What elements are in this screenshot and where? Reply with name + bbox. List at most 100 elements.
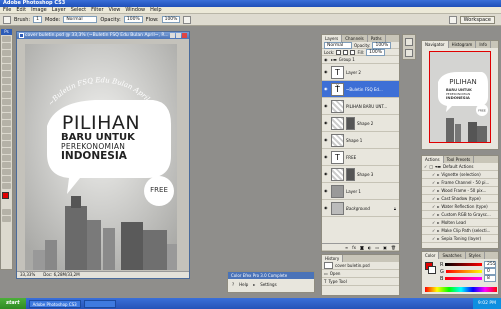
type-tool-icon[interactable] [2, 141, 11, 147]
layer-row[interactable]: ◉ PILIHAN BARU UNT... [322, 98, 399, 115]
tab-tool-presets[interactable]: Tool Presets [444, 156, 475, 163]
eye-icon[interactable]: ◉ [324, 104, 329, 108]
blend-mode-select[interactable]: Normal [324, 41, 352, 49]
tab-color[interactable]: Color [422, 252, 440, 259]
menu-select[interactable]: Select [71, 7, 86, 13]
layer-row[interactable]: ◉ Shape 3 [322, 166, 399, 183]
pen-tool-icon[interactable] [2, 134, 11, 140]
green-slider[interactable] [445, 270, 482, 273]
action-row[interactable]: ✓ □ ▾▬ Default Actions [422, 163, 498, 171]
menu-window[interactable]: Window [125, 7, 145, 13]
settings-link[interactable]: Settings [260, 282, 276, 287]
flow-field[interactable]: 100% [161, 16, 181, 23]
help-icon[interactable]: ? [232, 282, 234, 287]
notes-tool-icon[interactable] [2, 162, 11, 168]
tab-history[interactable]: History [322, 255, 344, 262]
hand-tool-icon[interactable] [2, 176, 11, 182]
mode-select[interactable]: Normal [63, 16, 98, 23]
eyedropper-tool-icon[interactable] [2, 169, 11, 175]
lock-position-icon[interactable] [350, 49, 356, 55]
expand-icon[interactable]: ▸ [437, 172, 439, 177]
expand-icon[interactable]: ▸ [437, 236, 439, 241]
expand-icon[interactable]: ▸ [437, 212, 439, 217]
check-icon[interactable]: ✓ [432, 180, 435, 185]
add-mask-icon[interactable]: ◙ [360, 245, 364, 250]
expand-icon[interactable]: ▸ [437, 196, 439, 201]
path-select-tool-icon[interactable] [2, 148, 11, 154]
layer-row[interactable]: ◉ T FREE [322, 149, 399, 166]
link-layers-icon[interactable]: ∞ [345, 245, 348, 250]
check-icon[interactable]: ✓ [432, 204, 435, 209]
layer-style-icon[interactable]: fx [352, 245, 356, 250]
task-button-2[interactable] [83, 299, 116, 308]
expand-icon[interactable]: ▸ [437, 228, 439, 233]
tab-navigator[interactable]: Navigator [422, 41, 449, 48]
menu-layer[interactable]: Layer [52, 7, 66, 13]
action-row[interactable]: ✓ ▸ Frame Channel - 50 pi... [422, 179, 498, 187]
layer-row[interactable]: ◉ Shape 2 [322, 115, 399, 132]
action-row[interactable]: ✓ ▸ Water Reflection (type) [422, 203, 498, 211]
action-row[interactable]: ✓ ▸ Sepia Toning (layer) [422, 235, 498, 243]
blue-field[interactable]: 8 [484, 275, 496, 282]
eye-icon[interactable]: ◉ [324, 155, 329, 159]
zoom-readout[interactable]: 33,33% [20, 272, 35, 278]
history-row[interactable]: ▭ Open [322, 270, 399, 278]
action-row[interactable]: ✓ ▸ Vignette (selection) [422, 171, 498, 179]
action-row[interactable]: ✓ ▸ Custom RGB to Graysc... [422, 211, 498, 219]
tab-histogram[interactable]: Histogram [449, 41, 477, 48]
eye-icon[interactable]: ◉ [324, 87, 329, 91]
gradient-tool-icon[interactable] [2, 113, 11, 119]
menu-image[interactable]: Image [31, 7, 47, 13]
close-icon[interactable] [182, 33, 187, 38]
check-icon[interactable]: ✓ [432, 236, 435, 241]
expand-icon[interactable]: ▸ [437, 204, 439, 209]
maximize-icon[interactable] [176, 33, 181, 38]
magic-wand-tool-icon[interactable] [2, 57, 11, 63]
eye-icon[interactable]: ◉ [324, 206, 329, 210]
check-icon[interactable]: ✓ [432, 188, 435, 193]
clone-source-icon[interactable] [405, 49, 413, 57]
eye-icon[interactable]: ◉ [324, 172, 329, 176]
check-icon[interactable]: ✓ [432, 212, 435, 217]
crop-tool-icon[interactable] [2, 64, 11, 70]
shape-tool-icon[interactable] [2, 155, 11, 161]
workspace-button[interactable]: Workspace [459, 15, 495, 24]
quick-mask-icon[interactable] [2, 209, 11, 215]
zoom-tool-icon[interactable] [2, 183, 11, 189]
healing-tool-icon[interactable] [2, 78, 11, 84]
opacity-field[interactable]: 100% [123, 16, 143, 23]
action-row[interactable]: ✓ ▸ Cast Shadow (type) [422, 195, 498, 203]
menu-filter[interactable]: Filter [91, 7, 103, 13]
fill-field[interactable]: 100% [366, 48, 386, 56]
expand-icon[interactable]: ▸ [437, 180, 439, 185]
screen-mode-icon[interactable] [2, 216, 11, 222]
blur-tool-icon[interactable] [2, 120, 11, 126]
menu-file[interactable]: File [3, 7, 11, 13]
marquee-tool-icon[interactable] [2, 43, 11, 49]
move-tool-icon[interactable] [2, 36, 11, 42]
start-button[interactable]: start [0, 298, 26, 309]
lock-pixels-icon[interactable] [343, 49, 349, 55]
stamp-tool-icon[interactable] [2, 92, 11, 98]
trash-icon[interactable]: 🗑︎ [391, 245, 396, 250]
blue-slider[interactable] [445, 277, 482, 280]
new-group-icon[interactable]: ▭ [375, 245, 379, 250]
menu-help[interactable]: Help [150, 7, 161, 13]
task-photoshop[interactable]: Adobe Photoshop CS3 [28, 299, 81, 308]
eye-icon[interactable]: ◉ [324, 121, 329, 125]
layer-row[interactable]: ◉ Background 🔒︎ [322, 200, 399, 217]
lasso-tool-icon[interactable] [2, 50, 11, 56]
check-icon[interactable]: ✓ [424, 164, 427, 169]
red-field[interactable]: 255 [484, 261, 496, 268]
layer-row[interactable]: ◉ T Layer 2 [322, 64, 399, 81]
check-icon[interactable]: ✓ [432, 196, 435, 201]
color-ramp[interactable] [425, 287, 497, 292]
history-snapshot-row[interactable]: cover buletin.psd [322, 262, 399, 270]
tab-info[interactable]: Info [476, 41, 491, 48]
history-row[interactable]: T Type Tool [322, 278, 399, 286]
green-field[interactable]: 0 [484, 268, 496, 275]
check-icon[interactable]: ✓ [432, 172, 435, 177]
layer-row-selected[interactable]: ◉ Ť ~Buletin FSQ Ed... [322, 81, 399, 98]
eye-icon[interactable]: ◉ [324, 70, 329, 74]
layer-row[interactable]: ◉ ▸▬ Group 1 [322, 56, 399, 64]
